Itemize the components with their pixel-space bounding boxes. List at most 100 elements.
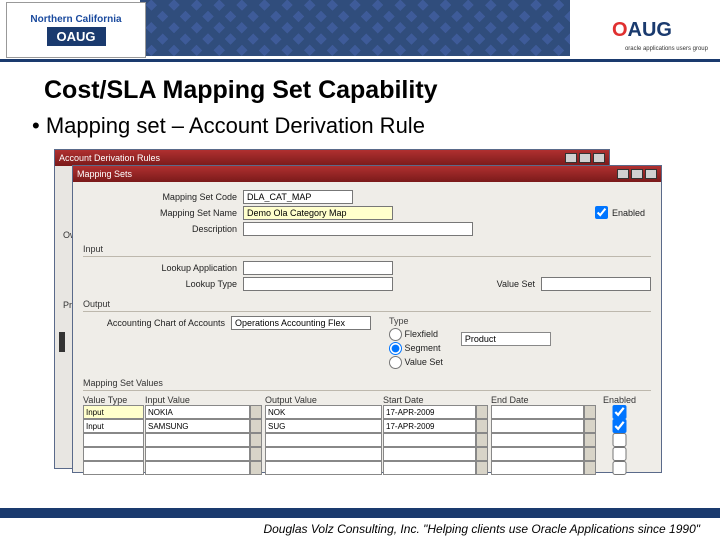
table-row — [83, 447, 651, 461]
cell-output-value[interactable] — [265, 405, 382, 419]
cell-output-value[interactable] — [265, 419, 382, 433]
calendar-icon[interactable] — [476, 419, 488, 433]
calendar-icon[interactable] — [476, 405, 488, 419]
cell-value-type[interactable] — [83, 447, 144, 461]
footer-bar — [0, 508, 720, 518]
label-type: Type — [389, 316, 443, 326]
cell-start-date[interactable] — [383, 419, 476, 433]
lov-icon[interactable] — [250, 419, 262, 433]
cell-enabled-checkbox[interactable] — [599, 419, 640, 433]
cell-end-date[interactable] — [491, 405, 584, 419]
minimize-icon[interactable] — [617, 169, 629, 179]
mapping-values-table: Value Type Input Value Output Value Star… — [83, 395, 651, 475]
input-description[interactable] — [243, 222, 473, 236]
cell-start-date[interactable] — [383, 461, 476, 475]
cell-input-value[interactable] — [145, 405, 250, 419]
cell-input-value[interactable] — [145, 433, 250, 447]
maximize-icon[interactable] — [579, 153, 591, 163]
lov-icon[interactable] — [250, 461, 262, 475]
input-segment[interactable] — [461, 332, 551, 346]
label-value-set: Value Set — [497, 279, 541, 289]
calendar-icon[interactable] — [476, 433, 488, 447]
cell-output-value[interactable] — [265, 433, 382, 447]
label-description: Description — [83, 224, 243, 234]
cell-end-date[interactable] — [491, 461, 584, 475]
input-value-set[interactable] — [541, 277, 651, 291]
cell-enabled-checkbox[interactable] — [599, 461, 640, 475]
col-enabled: Enabled — [599, 395, 641, 405]
calendar-icon[interactable] — [584, 461, 596, 475]
cell-enabled-checkbox[interactable] — [599, 447, 640, 461]
titlebar-back: Account Derivation Rules — [55, 150, 609, 166]
minimize-icon[interactable] — [565, 153, 577, 163]
input-lookup-app[interactable] — [243, 261, 393, 275]
checkbox-enabled[interactable] — [595, 206, 608, 219]
window-title-front: Mapping Sets — [77, 169, 132, 179]
maximize-icon[interactable] — [631, 169, 643, 179]
cell-end-date[interactable] — [491, 433, 584, 447]
cell-start-date[interactable] — [383, 405, 476, 419]
window-mapping-sets: Mapping Sets Mapping Set Code Mapping Se… — [72, 165, 662, 473]
app-screenshot-area: Account Derivation Rules Owner Prioritie… — [54, 149, 690, 479]
input-mapping-set-code[interactable] — [243, 190, 353, 204]
label-lookup-app: Lookup Application — [83, 263, 243, 273]
cell-enabled-checkbox[interactable] — [599, 433, 640, 447]
cell-end-date[interactable] — [491, 419, 584, 433]
header-pattern — [140, 0, 570, 56]
lov-icon[interactable] — [250, 405, 262, 419]
slide-title: Cost/SLA Mapping Set Capability — [44, 76, 720, 105]
slide-bullet: Mapping set – Account Derivation Rule — [32, 113, 720, 139]
input-mapping-set-name[interactable] — [243, 206, 393, 220]
cell-value-type[interactable] — [83, 405, 144, 419]
calendar-icon[interactable] — [476, 461, 488, 475]
logo-oaug: OAUG oracle applications users group — [572, 4, 712, 56]
col-value-type: Value Type — [83, 395, 145, 405]
radio-flexfield[interactable] — [389, 328, 402, 341]
cell-input-value[interactable] — [145, 419, 250, 433]
table-row — [83, 433, 651, 447]
cell-input-value[interactable] — [145, 461, 250, 475]
cell-end-date[interactable] — [491, 447, 584, 461]
radio-valueset[interactable] — [389, 356, 402, 369]
label-mapping-set-code: Mapping Set Code — [83, 192, 243, 202]
calendar-icon[interactable] — [584, 405, 596, 419]
window-title-back: Account Derivation Rules — [59, 153, 160, 163]
cell-value-type[interactable] — [83, 461, 144, 475]
cell-start-date[interactable] — [383, 447, 476, 461]
table-row — [83, 461, 651, 475]
col-output-value: Output Value — [265, 395, 383, 405]
footer-text: Douglas Volz Consulting, Inc. "Helping c… — [263, 522, 700, 536]
input-coa[interactable] — [231, 316, 371, 330]
calendar-icon[interactable] — [584, 433, 596, 447]
col-input-value: Input Value — [145, 395, 265, 405]
label-coa: Accounting Chart of Accounts — [83, 318, 231, 328]
cell-input-value[interactable] — [145, 447, 250, 461]
label-lookup-type: Lookup Type — [83, 279, 243, 289]
section-output: Output — [83, 299, 651, 312]
cell-value-type[interactable] — [83, 419, 144, 433]
lov-icon[interactable] — [250, 447, 262, 461]
lov-icon[interactable] — [250, 433, 262, 447]
table-row — [83, 405, 651, 419]
radio-group-type: Type Flexfield Segment Value Set — [389, 316, 443, 370]
cell-output-value[interactable] — [265, 461, 382, 475]
cell-enabled-checkbox[interactable] — [599, 405, 640, 419]
close-icon[interactable] — [645, 169, 657, 179]
slide-header: Northern California OAUG OAUG oracle app… — [0, 0, 720, 62]
scroll-indicator[interactable] — [59, 332, 65, 352]
logo-norcal-oaug: Northern California OAUG — [6, 2, 146, 58]
col-start-date: Start Date — [383, 395, 491, 405]
input-lookup-type[interactable] — [243, 277, 393, 291]
label-enabled: Enabled — [612, 208, 645, 218]
cell-start-date[interactable] — [383, 433, 476, 447]
calendar-icon[interactable] — [476, 447, 488, 461]
section-input: Input — [83, 244, 651, 257]
cell-output-value[interactable] — [265, 447, 382, 461]
calendar-icon[interactable] — [584, 447, 596, 461]
close-icon[interactable] — [593, 153, 605, 163]
calendar-icon[interactable] — [584, 419, 596, 433]
section-mapping-values: Mapping Set Values — [83, 378, 651, 391]
col-end-date: End Date — [491, 395, 599, 405]
radio-segment[interactable] — [389, 342, 402, 355]
cell-value-type[interactable] — [83, 433, 144, 447]
